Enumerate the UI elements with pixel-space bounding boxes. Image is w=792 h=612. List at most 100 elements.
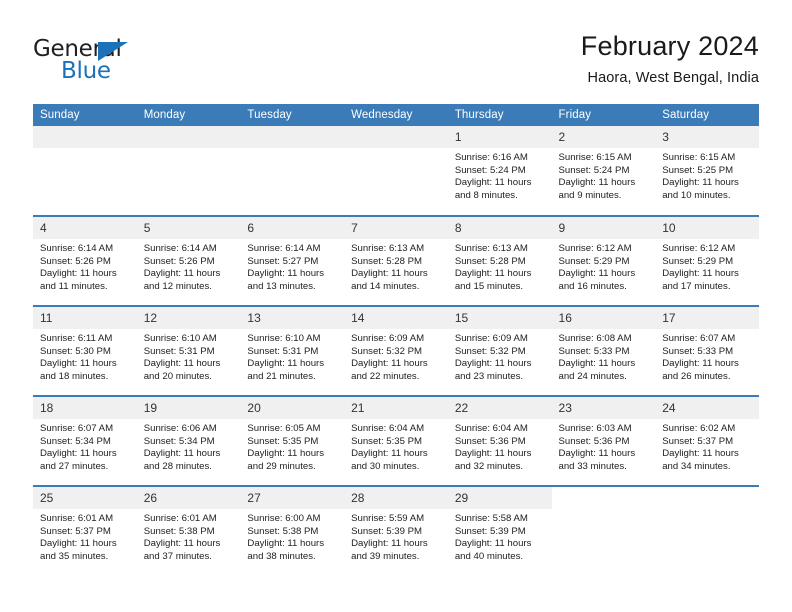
calendar-day-cell[interactable]: 22 Sunrise: 6:04 AM Sunset: 5:36 PM Dayligh… xyxy=(447,395,552,486)
daylight-duration-line-2: and 35 minutes. xyxy=(40,550,109,562)
daylight-duration-line-1: Daylight: 11 hours xyxy=(351,358,428,370)
day-number: 29 xyxy=(447,487,552,509)
day-details: Sunrise: 6:07 AM Sunset: 5:33 PM Daylight:… xyxy=(655,329,759,383)
calendar-day-cell[interactable]: 9 Sunrise: 6:12 AM Sunset: 5:29 PM Daylight… xyxy=(551,215,656,306)
calendar-day-cell[interactable]: 23 Sunrise: 6:03 AM Sunset: 5:36 PM Dayligh… xyxy=(551,395,656,486)
daylight-duration-line-1: Daylight: 11 hours xyxy=(40,358,117,370)
sunrise-time: Sunrise: 6:12 AM xyxy=(558,243,632,254)
sunrise-time: Sunrise: 6:06 AM xyxy=(143,423,217,434)
day-details: Sunrise: 6:02 AM Sunset: 5:37 PM Daylight:… xyxy=(655,419,759,473)
calendar-day-cell[interactable]: 2 Sunrise: 6:15 AM Sunset: 5:24 PM Daylight… xyxy=(551,126,656,216)
daylight-duration-line-1: Daylight: 11 hours xyxy=(558,448,636,460)
daylight-duration-line-2: and 16 minutes. xyxy=(558,280,627,292)
sunset-time: Sunset: 5:38 PM xyxy=(143,525,215,537)
daylight-duration-line-1: Daylight: 11 hours xyxy=(143,448,221,460)
day-number xyxy=(33,126,137,148)
day-number: 17 xyxy=(655,307,759,329)
day-number xyxy=(240,126,345,148)
calendar-day-cell-empty xyxy=(33,126,137,216)
calendar-day-cell[interactable]: 8 Sunrise: 6:13 AM Sunset: 5:28 PM Daylight… xyxy=(447,215,552,306)
daylight-duration-line-2: and 12 minutes. xyxy=(143,280,212,292)
calendar-day-cell[interactable]: 3 Sunrise: 6:15 AM Sunset: 5:25 PM Daylight… xyxy=(655,126,759,216)
day-details: Sunrise: 6:09 AM Sunset: 5:32 PM Daylight:… xyxy=(448,329,552,383)
calendar-day-cell[interactable]: 18 Sunrise: 6:07 AM Sunset: 5:34 PM Dayligh… xyxy=(33,395,137,486)
calendar-day-cell[interactable]: 6 Sunrise: 6:14 AM Sunset: 5:27 PM Daylight… xyxy=(240,215,345,306)
daylight-duration-line-2: and 20 minutes. xyxy=(143,370,212,382)
calendar-day-cell[interactable]: 28 Sunrise: 5:59 AM Sunset: 5:39 PM Dayligh… xyxy=(344,485,448,576)
day-number: 8 xyxy=(447,217,552,239)
daylight-duration-line-2: and 34 minutes. xyxy=(662,460,731,472)
sunrise-time: Sunrise: 6:04 AM xyxy=(454,423,528,434)
calendar-day-cell[interactable]: 16 Sunrise: 6:08 AM Sunset: 5:33 PM Dayligh… xyxy=(551,305,656,396)
sunrise-time: Sunrise: 6:04 AM xyxy=(351,423,425,434)
day-details: Sunrise: 6:04 AM Sunset: 5:35 PM Daylight:… xyxy=(344,419,448,473)
calendar-day-cell[interactable]: 24 Sunrise: 6:02 AM Sunset: 5:37 PM Dayligh… xyxy=(655,395,759,486)
daylight-duration-line-1: Daylight: 11 hours xyxy=(662,358,739,370)
calendar-day-cell[interactable]: 15 Sunrise: 6:09 AM Sunset: 5:32 PM Dayligh… xyxy=(447,305,552,396)
daylight-duration-line-2: and 24 minutes. xyxy=(558,370,627,382)
calendar-day-cell[interactable]: 1 Sunrise: 6:16 AM Sunset: 5:24 PM Daylight… xyxy=(447,126,552,216)
sunrise-time: Sunrise: 6:01 AM xyxy=(40,513,114,524)
calendar-day-cell[interactable]: 29 Sunrise: 5:58 AM Sunset: 5:39 PM Dayligh… xyxy=(447,485,552,576)
calendar-day-cell[interactable]: 19 Sunrise: 6:06 AM Sunset: 5:34 PM Dayligh… xyxy=(136,395,241,486)
day-details: Sunrise: 6:15 AM Sunset: 5:25 PM Daylight:… xyxy=(655,148,759,202)
calendar-page: General Blue February 2024 Haora, West B… xyxy=(0,0,792,612)
daylight-duration-line-2: and 40 minutes. xyxy=(454,550,524,562)
sunset-time: Sunset: 5:24 PM xyxy=(454,164,526,176)
calendar-day-cell[interactable]: 27 Sunrise: 6:00 AM Sunset: 5:38 PM Dayligh… xyxy=(240,485,345,576)
sunset-time: Sunset: 5:34 PM xyxy=(40,435,111,447)
daylight-duration-line-1: Daylight: 11 hours xyxy=(247,538,325,550)
sunset-time: Sunset: 5:35 PM xyxy=(247,435,319,447)
calendar-day-cell[interactable]: 5 Sunrise: 6:14 AM Sunset: 5:26 PM Daylight… xyxy=(136,215,241,306)
daylight-duration-line-2: and 11 minutes. xyxy=(40,280,108,292)
calendar-day-cell[interactable]: 10 Sunrise: 6:12 AM Sunset: 5:29 PM Dayligh… xyxy=(655,215,759,306)
sunset-time: Sunset: 5:39 PM xyxy=(454,525,526,537)
calendar-day-cell[interactable]: 12 Sunrise: 6:10 AM Sunset: 5:31 PM Dayligh… xyxy=(136,305,241,396)
calendar-day-cell[interactable]: 21 Sunrise: 6:04 AM Sunset: 5:35 PM Dayligh… xyxy=(344,395,448,486)
daylight-duration-line-1: Daylight: 11 hours xyxy=(662,177,739,189)
daylight-duration-line-1: Daylight: 11 hours xyxy=(143,358,221,370)
day-number: 13 xyxy=(240,307,345,329)
calendar-day-cell[interactable]: 14 Sunrise: 6:09 AM Sunset: 5:32 PM Dayligh… xyxy=(344,305,448,396)
daylight-duration-line-2: and 28 minutes. xyxy=(143,460,212,472)
sunrise-time: Sunrise: 6:01 AM xyxy=(143,513,217,524)
day-details: Sunrise: 5:58 AM Sunset: 5:39 PM Daylight:… xyxy=(448,509,552,563)
sunset-time: Sunset: 5:26 PM xyxy=(143,255,215,267)
day-details: Sunrise: 6:04 AM Sunset: 5:36 PM Daylight:… xyxy=(448,419,552,473)
day-number: 9 xyxy=(551,217,656,239)
calendar-day-cell[interactable]: 20 Sunrise: 6:05 AM Sunset: 5:35 PM Dayligh… xyxy=(240,395,345,486)
sunrise-time: Sunrise: 6:14 AM xyxy=(40,243,114,254)
daylight-duration-line-1: Daylight: 11 hours xyxy=(143,538,221,550)
sunrise-time: Sunrise: 6:14 AM xyxy=(143,243,217,254)
calendar-day-cell[interactable]: 26 Sunrise: 6:01 AM Sunset: 5:38 PM Dayligh… xyxy=(136,485,241,576)
calendar-day-cell-empty xyxy=(655,485,759,576)
daylight-duration-line-1: Daylight: 11 hours xyxy=(351,538,428,550)
calendar-day-cell[interactable]: 13 Sunrise: 6:10 AM Sunset: 5:31 PM Dayligh… xyxy=(240,305,345,396)
general-blue-logo[interactable]: General Blue xyxy=(33,36,213,88)
day-number: 2 xyxy=(551,126,656,148)
calendar-day-cell[interactable]: 7 Sunrise: 6:13 AM Sunset: 5:28 PM Daylight… xyxy=(344,215,448,306)
sunset-time: Sunset: 5:27 PM xyxy=(247,255,319,267)
calendar-day-cell[interactable]: 17 Sunrise: 6:07 AM Sunset: 5:33 PM Dayligh… xyxy=(655,305,759,396)
day-number xyxy=(655,487,759,509)
calendar-grid: Sunday Monday Tuesday Wednesday Thursday… xyxy=(33,104,759,576)
day-number: 15 xyxy=(447,307,552,329)
daylight-duration-line-1: Daylight: 11 hours xyxy=(351,268,428,280)
sunrise-time: Sunrise: 6:12 AM xyxy=(662,243,736,254)
sunset-time: Sunset: 5:26 PM xyxy=(40,255,111,267)
calendar-day-cell[interactable]: 4 Sunrise: 6:14 AM Sunset: 5:26 PM Daylight… xyxy=(33,215,137,306)
day-details: Sunrise: 6:10 AM Sunset: 5:31 PM Daylight:… xyxy=(137,329,241,383)
daylight-duration-line-2: and 10 minutes. xyxy=(662,189,731,201)
day-number: 4 xyxy=(33,217,137,239)
sunset-time: Sunset: 5:31 PM xyxy=(143,345,215,357)
page-title: February 2024 xyxy=(580,31,759,61)
day-details: Sunrise: 6:09 AM Sunset: 5:32 PM Daylight:… xyxy=(344,329,448,383)
page-header: General Blue February 2024 Haora, West B… xyxy=(0,0,792,104)
sunset-time: Sunset: 5:25 PM xyxy=(662,164,734,176)
day-number: 18 xyxy=(33,397,137,419)
sunset-time: Sunset: 5:28 PM xyxy=(351,255,423,267)
calendar-day-cell[interactable]: 11 Sunrise: 6:11 AM Sunset: 5:30 PM Dayligh… xyxy=(33,305,137,396)
daylight-duration-line-1: Daylight: 11 hours xyxy=(454,268,532,280)
calendar-day-cell[interactable]: 25 Sunrise: 6:01 AM Sunset: 5:37 PM Dayligh… xyxy=(33,485,137,576)
day-details: Sunrise: 6:15 AM Sunset: 5:24 PM Daylight:… xyxy=(552,148,656,202)
